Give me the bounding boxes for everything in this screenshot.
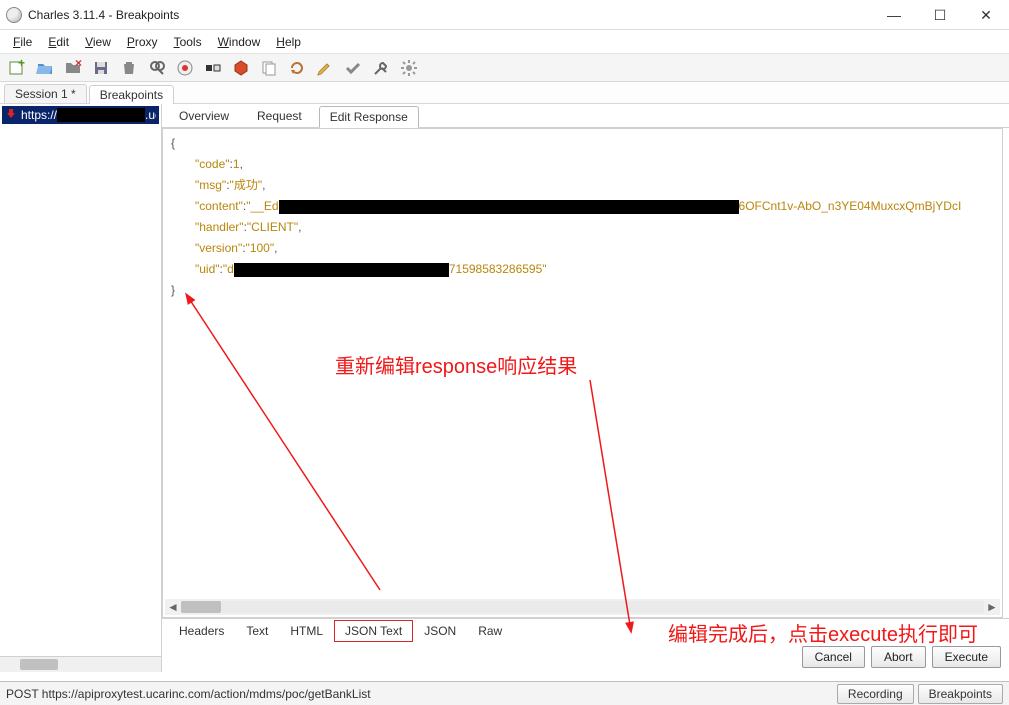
open-button[interactable] <box>34 57 56 79</box>
close-button[interactable]: ✕ <box>963 0 1009 30</box>
throttle-button[interactable] <box>202 57 224 79</box>
settings-button[interactable] <box>398 57 420 79</box>
window-title: Charles 3.11.4 - Breakpoints <box>28 8 871 22</box>
tab-edit-response[interactable]: Edit Response <box>319 106 419 128</box>
tools-button[interactable] <box>370 57 392 79</box>
left-panel: https://.uc <box>0 104 162 672</box>
json-text-viewer[interactable]: { "code": 1, "msg": "成功", "content": "__… <box>163 129 1002 305</box>
left-horizontal-scrollbar[interactable] <box>0 656 161 672</box>
main-area: https://.uc Overview Request Edit Respon… <box>0 104 1009 672</box>
format-tab-json-text[interactable]: JSON Text <box>334 620 413 642</box>
toolbar: + × <box>0 54 1009 82</box>
format-tab-raw[interactable]: Raw <box>467 620 513 642</box>
close-session-button[interactable]: × <box>62 57 84 79</box>
format-tab-html[interactable]: HTML <box>279 620 334 642</box>
tab-request[interactable]: Request <box>246 105 313 127</box>
status-bar: POST https://apiproxytest.ucarinc.com/ac… <box>0 681 1009 705</box>
status-recording[interactable]: Recording <box>837 684 914 704</box>
abort-button[interactable]: Abort <box>871 646 926 668</box>
menu-window[interactable]: Window <box>211 33 268 51</box>
download-arrow-icon <box>5 108 17 123</box>
request-tree[interactable]: https://.uc <box>0 104 161 656</box>
record-button[interactable] <box>174 57 196 79</box>
format-tabs: Headers Text HTML JSON Text JSON Raw <box>162 618 1009 642</box>
menu-edit[interactable]: Edit <box>41 33 76 51</box>
save-button[interactable] <box>90 57 112 79</box>
new-session-button[interactable]: + <box>6 57 28 79</box>
tree-item-request[interactable]: https://.uc <box>2 106 159 124</box>
scroll-right-arrow-icon[interactable]: ► <box>984 599 1000 615</box>
status-breakpoints[interactable]: Breakpoints <box>918 684 1003 704</box>
menu-help[interactable]: Help <box>269 33 308 51</box>
menu-view[interactable]: View <box>78 33 118 51</box>
copy-button[interactable] <box>258 57 280 79</box>
svg-text:+: + <box>18 59 25 70</box>
tree-item-label: https://.uc <box>21 108 156 123</box>
session-tabs: Session 1 * Breakpoints <box>0 82 1009 104</box>
content-horizontal-scrollbar[interactable]: ◄ ► <box>165 599 1000 615</box>
find-button[interactable] <box>146 57 168 79</box>
session-tab-1[interactable]: Breakpoints <box>89 85 174 104</box>
scroll-left-arrow-icon[interactable]: ◄ <box>165 599 181 615</box>
title-bar: Charles 3.11.4 - Breakpoints — ☐ ✕ <box>0 0 1009 30</box>
repeat-button[interactable] <box>286 57 308 79</box>
view-tabs: Overview Request Edit Response <box>162 104 1009 128</box>
session-tab-0[interactable]: Session 1 * <box>4 84 87 103</box>
status-text: POST https://apiproxytest.ucarinc.com/ac… <box>6 687 833 701</box>
cancel-button[interactable]: Cancel <box>802 646 865 668</box>
validate-button[interactable] <box>342 57 364 79</box>
trash-button[interactable] <box>118 57 140 79</box>
minimize-button[interactable]: — <box>871 0 917 30</box>
edit-button[interactable] <box>314 57 336 79</box>
breakpoints-button[interactable] <box>230 57 252 79</box>
menu-file[interactable]: File <box>6 33 39 51</box>
action-buttons: Cancel Abort Execute <box>162 642 1009 672</box>
menu-bar: File Edit View Proxy Tools Window Help <box>0 30 1009 54</box>
app-icon <box>6 7 22 23</box>
format-tab-json[interactable]: JSON <box>413 620 467 642</box>
menu-proxy[interactable]: Proxy <box>120 33 165 51</box>
execute-button[interactable]: Execute <box>932 646 1001 668</box>
right-panel: Overview Request Edit Response { "code":… <box>162 104 1009 672</box>
menu-tools[interactable]: Tools <box>167 33 209 51</box>
maximize-button[interactable]: ☐ <box>917 0 963 30</box>
tab-overview[interactable]: Overview <box>168 105 240 127</box>
svg-text:×: × <box>75 59 82 70</box>
format-tab-headers[interactable]: Headers <box>168 620 235 642</box>
response-editor[interactable]: { "code": 1, "msg": "成功", "content": "__… <box>162 128 1003 618</box>
format-tab-text[interactable]: Text <box>235 620 279 642</box>
window-controls: — ☐ ✕ <box>871 0 1009 29</box>
